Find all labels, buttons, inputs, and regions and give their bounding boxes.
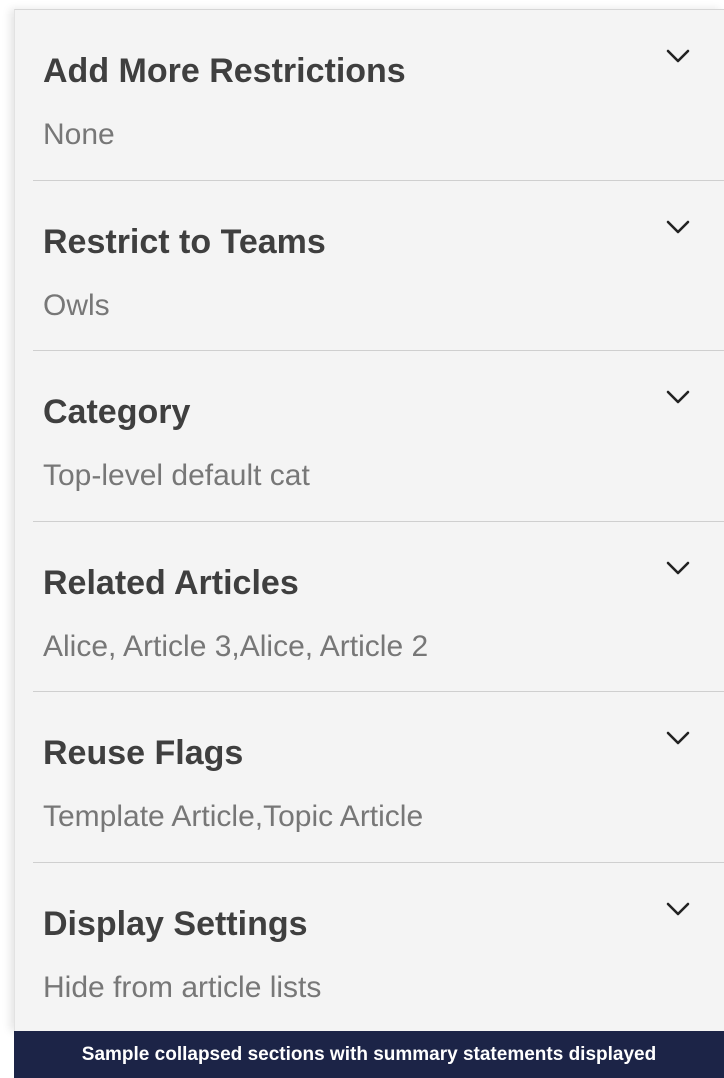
section-title: Related Articles xyxy=(43,563,299,602)
section-reuse-flags[interactable]: Reuse Flags Template Article,Topic Artic… xyxy=(33,692,724,863)
chevron-down-icon[interactable] xyxy=(666,901,690,917)
section-summary: Hide from article lists xyxy=(43,970,322,1004)
section-title: Display Settings xyxy=(43,904,308,943)
section-summary: Template Article,Topic Article xyxy=(43,800,424,833)
collapsed-sections-panel: Add More Restrictions None Restrict to T… xyxy=(14,9,724,1031)
section-display-settings[interactable]: Display Settings Hide from article lists xyxy=(33,863,724,1034)
section-title: Reuse Flags xyxy=(43,734,244,772)
section-summary: Owls xyxy=(43,288,110,322)
chevron-down-icon[interactable] xyxy=(666,48,690,64)
chevron-down-icon[interactable] xyxy=(666,560,690,576)
section-category[interactable]: Category Top-level default cat xyxy=(33,351,724,522)
section-title: Restrict to Teams xyxy=(43,222,326,261)
section-restrict-to-teams[interactable]: Restrict to Teams Owls xyxy=(33,181,724,351)
chevron-down-icon[interactable] xyxy=(666,730,690,746)
section-title: Category xyxy=(43,393,191,431)
section-title: Add More Restrictions xyxy=(43,52,406,90)
chevron-down-icon[interactable] xyxy=(666,219,690,235)
chevron-down-icon[interactable] xyxy=(666,389,690,405)
section-summary: Alice, Article 3,Alice, Article 2 xyxy=(43,629,429,663)
section-summary: None xyxy=(43,118,115,151)
section-summary: Top-level default cat xyxy=(43,459,310,492)
section-add-more-restrictions[interactable]: Add More Restrictions None xyxy=(33,10,724,181)
caption-banner: Sample collapsed sections with summary s… xyxy=(14,1031,724,1078)
section-related-articles[interactable]: Related Articles Alice, Article 3,Alice,… xyxy=(33,522,724,692)
